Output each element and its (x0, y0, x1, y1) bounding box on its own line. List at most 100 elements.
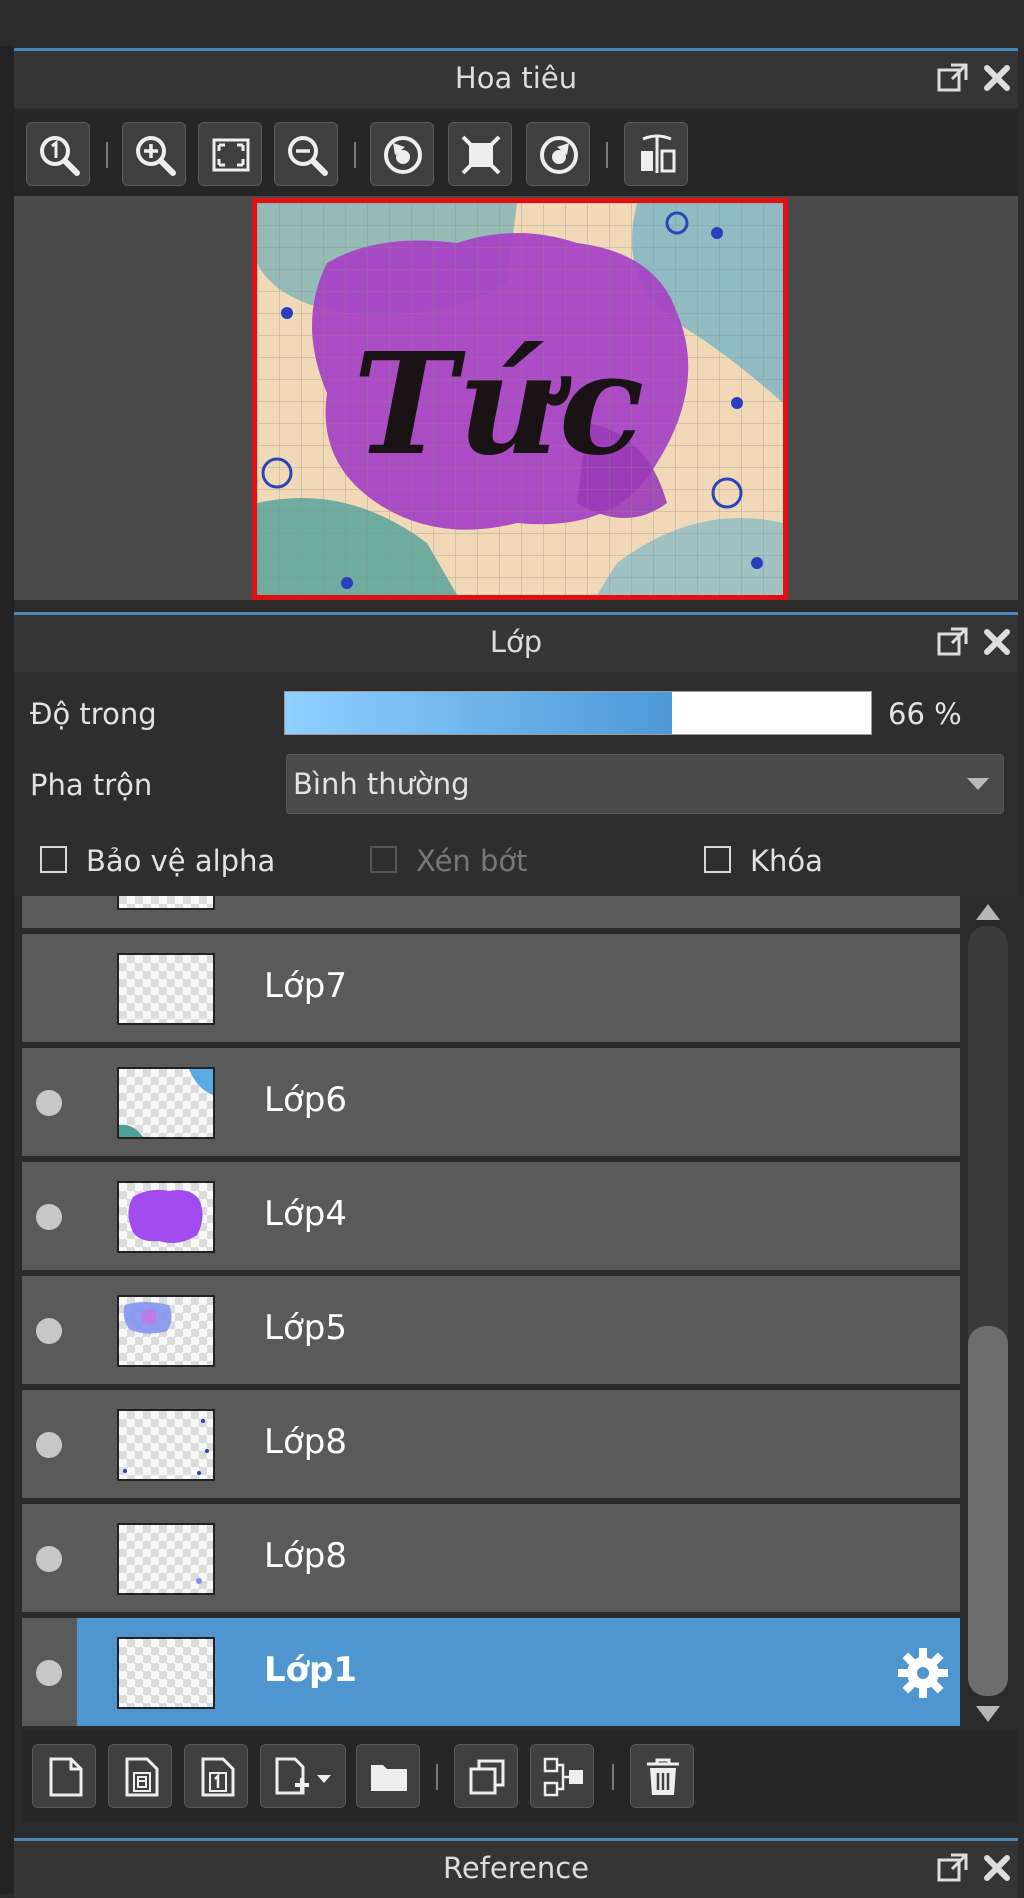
protect-alpha-checkbox[interactable] (40, 846, 67, 873)
opacity-value: 66 % (888, 697, 962, 731)
protect-alpha-label: Bảo vệ alpha (86, 844, 276, 878)
close-icon[interactable] (980, 61, 1014, 95)
clip-checkbox[interactable] (370, 846, 397, 873)
add-layer-menu-icon (275, 1757, 331, 1795)
merge-down-button[interactable] (530, 1744, 594, 1808)
fit-screen-button[interactable] (198, 122, 262, 186)
layer-row[interactable]: Lớp8 (22, 1390, 960, 1501)
visibility-toggle[interactable] (36, 1660, 62, 1686)
toolbar-separator (354, 142, 356, 168)
visibility-toggle[interactable] (36, 1546, 62, 1572)
opacity-slider-fill (285, 692, 672, 734)
flip-horizontal-icon (641, 134, 676, 173)
lock-checkbox[interactable] (704, 846, 731, 873)
visibility-toggle[interactable] (36, 1432, 62, 1458)
layer-name[interactable]: Lớp5 (264, 1308, 347, 1348)
layer-name[interactable]: Lớp7 (264, 966, 347, 1006)
visibility-toggle[interactable] (36, 1318, 62, 1344)
toolbar-separator (606, 142, 608, 168)
zoom-in-button[interactable] (122, 122, 186, 186)
blend-mode-value: Bình thường (293, 767, 470, 801)
top-bar (0, 0, 1024, 46)
layer-name[interactable]: Lớp4 (264, 1194, 347, 1234)
opacity-label: Độ trong (30, 697, 157, 731)
duplicate-layer-button[interactable] (454, 1744, 518, 1808)
blend-label: Pha trộn (30, 768, 153, 802)
rotate-left-icon (384, 136, 422, 174)
zoom-out-button[interactable] (274, 122, 338, 186)
toolbar-separator (106, 142, 108, 168)
fit-screen-icon (212, 138, 250, 172)
layer-row[interactable]: Lớp5 (22, 1276, 960, 1387)
zoom-actual-icon (40, 136, 80, 176)
popout-icon[interactable] (936, 61, 970, 95)
add-layer-menu-button[interactable] (260, 1744, 346, 1808)
preview-artwork: Tức (257, 203, 783, 595)
layer-thumbnail (117, 1067, 215, 1139)
layer-thumbnail (117, 953, 215, 1025)
toolbar-separator (612, 1764, 614, 1790)
visibility-toggle[interactable] (36, 1090, 62, 1116)
blend-mode-select[interactable]: Bình thường (286, 754, 1004, 814)
navigator-title: Hoa tiêu (454, 61, 578, 95)
new-1bit-layer-button[interactable] (184, 1744, 248, 1808)
layer-row-selected[interactable]: Lớp1 (22, 1618, 960, 1728)
duplicate-icon (469, 1759, 505, 1795)
toolbar-separator (436, 1764, 438, 1790)
trash-icon (647, 1758, 679, 1795)
scroll-down-icon[interactable] (976, 1706, 1000, 1722)
gear-icon[interactable] (896, 1646, 950, 1700)
new-layer-icon (49, 1757, 83, 1797)
layer-row[interactable]: Lớp4 (22, 1162, 960, 1273)
navigator-preview[interactable]: Tức (252, 198, 788, 600)
popout-icon[interactable] (936, 1851, 970, 1885)
fit-rotate-icon (461, 135, 501, 175)
popout-icon[interactable] (936, 625, 970, 659)
layer-thumbnail (117, 1637, 215, 1709)
reference-header: Reference (14, 1838, 1018, 1898)
layer-scrollbar[interactable] (962, 896, 1014, 1728)
new-folder-button[interactable] (356, 1744, 420, 1808)
clip-label: Xén bớt (416, 844, 528, 878)
layers-title: Lớp (489, 625, 543, 659)
new-layer-button[interactable] (32, 1744, 96, 1808)
opacity-slider[interactable] (284, 691, 872, 735)
layers-header: Lớp (14, 612, 1018, 672)
rotate-left-button[interactable] (370, 122, 434, 186)
layer-row[interactable]: Lớp8 (22, 1504, 960, 1615)
scrollbar-thumb[interactable] (968, 1326, 1008, 1696)
layer-thumbnail (117, 1295, 215, 1367)
layer-row[interactable] (22, 896, 960, 931)
new-8bit-layer-button[interactable] (108, 1744, 172, 1808)
layer-name[interactable]: Lớp6 (264, 1080, 347, 1120)
layer-thumbnail (117, 1181, 215, 1253)
layer-name[interactable]: Lớp8 (264, 1422, 347, 1462)
close-icon[interactable] (980, 1851, 1014, 1885)
fit-rotate-button[interactable] (448, 122, 512, 186)
merge-down-icon (543, 1757, 583, 1797)
delete-layer-button[interactable] (630, 1744, 694, 1808)
scroll-up-icon[interactable] (976, 904, 1000, 920)
zoom-actual-button[interactable] (26, 122, 90, 186)
new-8bit-layer-icon (125, 1757, 159, 1797)
layer-row[interactable]: Lớp6 (22, 1048, 960, 1159)
layer-toolbar (22, 1730, 1018, 1822)
rotate-right-button[interactable] (526, 122, 590, 186)
layer-row[interactable]: Lớp7 (22, 934, 960, 1045)
layer-list: Lớp7 Lớp6 Lớp4 Lớp5 Lớp8 Lớp8 Lớp1 (22, 896, 960, 1728)
close-icon[interactable] (980, 625, 1014, 659)
visibility-toggle[interactable] (36, 1204, 62, 1230)
left-edge-strip (0, 46, 14, 1894)
flip-horizontal-button[interactable] (624, 122, 688, 186)
lock-label: Khóa (750, 844, 823, 878)
reference-title: Reference (442, 1851, 590, 1885)
layer-name[interactable]: Lớp1 (264, 1650, 357, 1690)
new-1bit-layer-icon (201, 1757, 235, 1797)
zoom-in-icon (136, 136, 176, 176)
preview-text: Tức (353, 323, 644, 487)
folder-icon (371, 1765, 407, 1791)
chevron-down-icon (967, 778, 989, 790)
layer-name[interactable]: Lớp8 (264, 1536, 347, 1576)
navigator-toolbar (14, 110, 1018, 196)
zoom-out-icon (288, 136, 328, 176)
